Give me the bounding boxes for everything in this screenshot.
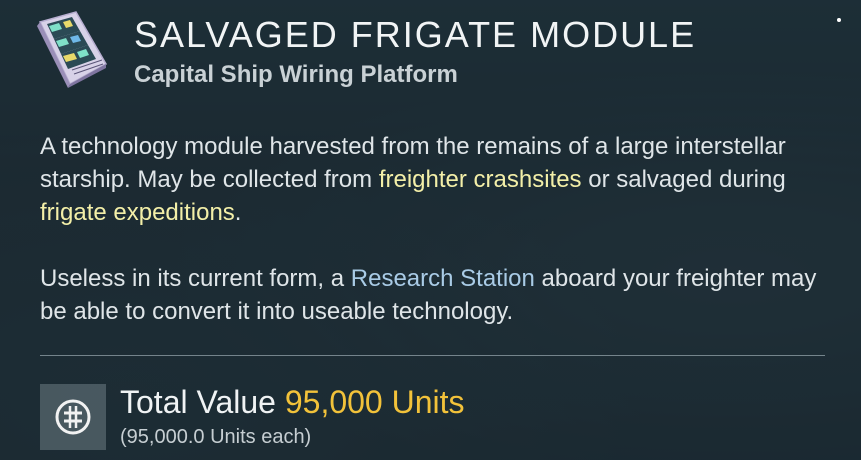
research-station-link: Research Station [350,265,535,292]
description-text: or salvaged during [581,166,786,193]
freighter-crashsites-link: freighter crashsites [378,166,582,193]
section-divider [40,355,825,356]
description-paragraph-2: Useless in its current form, a Research … [40,262,830,328]
description-text: . [234,199,242,226]
description-text: Useless in its current form, a [40,265,351,292]
frigate-module-icon [32,8,114,90]
indicator-dot [837,18,841,22]
total-value: Total Value 95,000 Units [120,384,465,421]
item-description: A technology module harvested from the r… [40,130,830,328]
description-paragraph-1: A technology module harvested from the r… [40,130,830,229]
unit-value-each: (95,000.0 Units each) [120,426,312,448]
item-header: SALVAGED FRIGATE MODULE Capital Ship Wir… [0,0,861,96]
item-subtitle: Capital Ship Wiring Platform [134,61,458,88]
value-section: Total Value 95,000 Units (95,000.0 Units… [40,384,800,450]
units-currency-icon [40,384,106,450]
total-value-label: Total Value [120,384,285,420]
total-value-amount: 95,000 Units [284,384,465,420]
item-title: SALVAGED FRIGATE MODULE [134,14,697,55]
frigate-expeditions-link: frigate expeditions [40,199,235,226]
